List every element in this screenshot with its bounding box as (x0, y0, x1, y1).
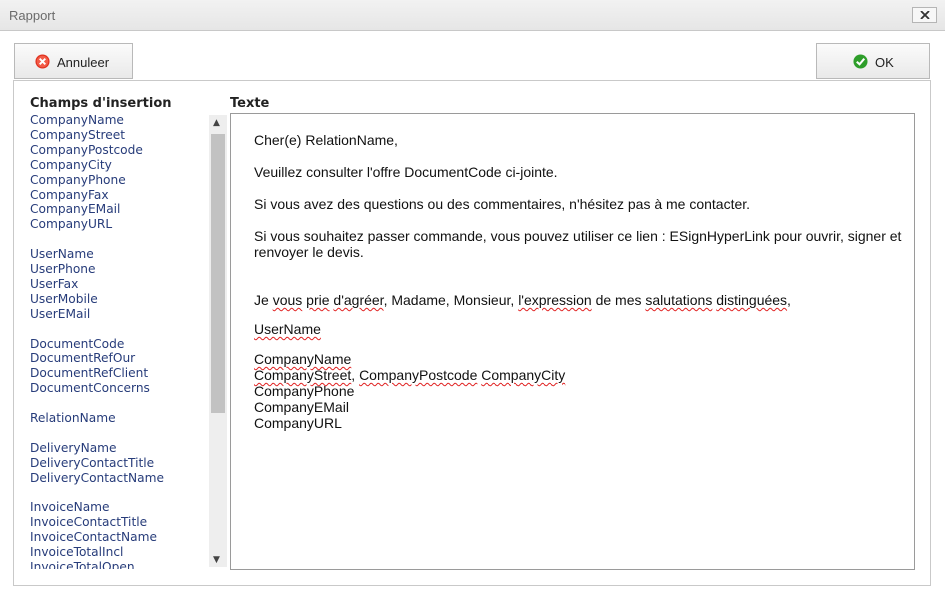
signature-address: CompanyStreet, CompanyPostcode CompanyCi… (254, 367, 566, 383)
insertion-field-item[interactable]: CompanyCity (30, 158, 206, 173)
insertion-field-item[interactable]: CompanyStreet (30, 128, 206, 143)
salutation-line: Cher(e) RelationName, (254, 132, 398, 148)
insertion-field-item[interactable]: DocumentCode (30, 337, 206, 352)
insertion-field-item[interactable]: CompanyURL (30, 217, 206, 232)
insertion-field-item[interactable]: DocumentRefClient (30, 366, 206, 381)
insertion-field-item[interactable]: UserMobile (30, 292, 206, 307)
insertion-field-item[interactable]: DeliveryContactName (30, 471, 206, 486)
close-button[interactable] (912, 7, 937, 23)
field-list-scrollbar[interactable]: ▲ ▼ (209, 115, 227, 567)
insertion-field-item[interactable]: CompanyFax (30, 188, 206, 203)
check-icon (853, 54, 868, 69)
cancel-icon (35, 54, 50, 69)
insertion-fields-heading: Champs d'insertion (30, 96, 172, 111)
insertion-field-item[interactable]: InvoiceName (30, 500, 206, 515)
offer-line: Veuillez consulter l'offre DocumentCode … (254, 164, 558, 180)
signature-company: CompanyName (254, 351, 352, 367)
text-editor[interactable]: Cher(e) RelationName, Veuillez consulter… (230, 113, 915, 570)
insertion-field-item[interactable]: CompanyEMail (30, 202, 206, 217)
scrollbar-thumb[interactable] (211, 134, 225, 413)
insertion-field-item[interactable]: InvoiceContactTitle (30, 515, 206, 530)
order-line-1: Si vous souhaitez passer commande, vous … (254, 228, 902, 244)
insertion-field-item[interactable]: DeliveryContactTitle (30, 456, 206, 471)
insertion-field-item[interactable]: UserFax (30, 277, 206, 292)
insertion-field-item[interactable]: UserName (30, 247, 206, 262)
insertion-field-item[interactable]: RelationName (30, 411, 206, 426)
cancel-button[interactable]: Annuleer (14, 43, 133, 79)
insertion-field-item[interactable]: DeliveryName (30, 441, 206, 456)
insertion-field-item[interactable]: UserEMail (30, 307, 206, 322)
insertion-field-item[interactable]: InvoiceTotalOpen (30, 560, 206, 569)
questions-line: Si vous avez des questions ou des commen… (254, 196, 751, 212)
signature-url: CompanyURL (254, 415, 342, 431)
insertion-field-item[interactable]: CompanyName (30, 113, 206, 128)
close-icon (920, 11, 930, 19)
signature-email: CompanyEMail (254, 399, 349, 415)
insertion-field-item[interactable]: DocumentRefOur (30, 351, 206, 366)
insertion-field-item[interactable]: InvoiceContactName (30, 530, 206, 545)
window-title: Rapport (9, 8, 56, 23)
insertion-field-item[interactable]: DocumentConcerns (30, 381, 206, 396)
signature-phone: CompanyPhone (254, 383, 355, 399)
closing-line: Je vous prie d'agréer, Madame, Monsieur,… (254, 292, 791, 308)
scroll-down-icon[interactable]: ▼ (213, 555, 220, 565)
cancel-label: Annuleer (57, 55, 110, 70)
ok-button[interactable]: OK (816, 43, 930, 79)
order-line-2: renvoyer le devis. (254, 244, 364, 260)
title-bar: Rapport (0, 0, 945, 31)
insertion-field-list: CompanyName CompanyStreet CompanyPostcode C… (30, 113, 206, 569)
text-heading: Texte (230, 96, 270, 111)
insertion-field-item[interactable]: UserPhone (30, 262, 206, 277)
insertion-field-item[interactable]: InvoiceTotalIncl (30, 545, 206, 560)
ok-label: OK (875, 55, 894, 70)
insertion-field-item[interactable]: CompanyPhone (30, 173, 206, 188)
insertion-field-item[interactable]: CompanyPostcode (30, 143, 206, 158)
signature-username: UserName (254, 321, 321, 337)
scroll-up-icon[interactable]: ▲ (213, 118, 220, 128)
